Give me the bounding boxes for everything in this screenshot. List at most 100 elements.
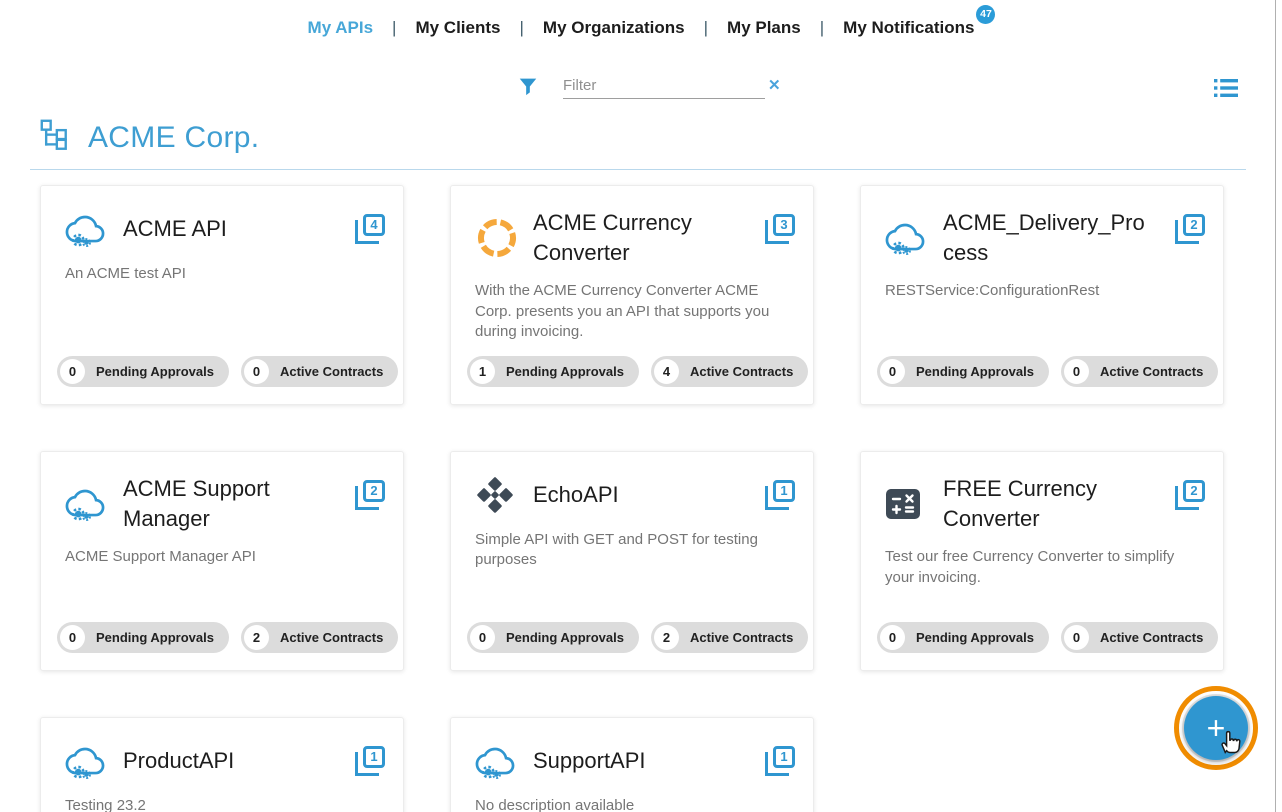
active-contracts-label: Active Contracts	[1099, 630, 1204, 645]
nav-separator: |	[519, 18, 524, 37]
card-chips: 0 Pending Approvals 0 Active Contracts	[877, 356, 1219, 387]
api-title[interactable]: EchoAPI	[533, 480, 619, 510]
active-contracts-count: 0	[243, 359, 269, 384]
active-contracts-chip[interactable]: 0 Active Contracts	[1060, 356, 1219, 387]
active-contracts-chip[interactable]: 2 Active Contracts	[240, 622, 399, 653]
add-api-fab[interactable]: +	[1184, 696, 1248, 760]
pending-approvals-count: 0	[470, 625, 495, 650]
rest-api-cloud-icon	[885, 219, 929, 256]
organization-header: ACME Corp.	[40, 119, 1282, 156]
heading-divider	[30, 169, 1246, 170]
api-card-echoapi[interactable]: EchoAPI 1 Simple API with GET and POST f…	[450, 451, 814, 671]
active-contracts-count: 4	[653, 359, 679, 384]
api-title[interactable]: FREE Currency Converter	[943, 474, 1151, 533]
rest-api-cloud-icon	[475, 743, 519, 780]
versions-icon[interactable]: 2	[355, 480, 385, 510]
pending-approvals-count: 0	[60, 359, 85, 384]
plus-icon: +	[1206, 709, 1226, 746]
filter-input[interactable]	[563, 76, 762, 94]
pending-approvals-label: Pending Approvals	[96, 364, 214, 379]
pending-approvals-chip[interactable]: 0 Pending Approvals	[877, 356, 1049, 387]
api-card-productapi[interactable]: ProductAPI 1 Testing 23.2	[40, 717, 404, 812]
pending-approvals-label: Pending Approvals	[96, 630, 214, 645]
versions-icon[interactable]: 1	[355, 746, 385, 776]
rest-api-cloud-icon	[65, 485, 109, 522]
api-card-free-currency-converter[interactable]: FREE Currency Converter 2 Test our free …	[860, 451, 1224, 671]
api-description: Testing 23.2	[65, 797, 146, 812]
card-header: ACME Support Manager 2	[65, 452, 385, 533]
card-chips: 0 Pending Approvals 0 Active Contracts	[877, 622, 1219, 653]
nav-my-apis[interactable]: My APIs	[308, 18, 374, 38]
card-header: FREE Currency Converter 2	[885, 452, 1205, 533]
card-header: ACME Currency Converter 3	[475, 186, 795, 267]
active-contracts-count: 0	[1063, 625, 1089, 650]
card-header: ACME API 4	[65, 186, 385, 250]
api-title[interactable]: ACME_Delivery_Process	[943, 208, 1151, 267]
api-description: No description available	[475, 797, 635, 812]
pending-approvals-chip[interactable]: 0 Pending Approvals	[467, 622, 639, 653]
nav-my-notifications-label: My Notifications	[843, 18, 975, 37]
active-contracts-label: Active Contracts	[689, 364, 794, 379]
versions-icon[interactable]: 3	[765, 214, 795, 244]
notification-count-badge: 47	[976, 5, 996, 24]
pending-approvals-label: Pending Approvals	[506, 364, 624, 379]
api-description: With the ACME Currency Converter ACME Co…	[475, 282, 770, 340]
api-title[interactable]: ACME API	[123, 214, 227, 244]
pending-approvals-label: Pending Approvals	[506, 630, 624, 645]
active-contracts-chip[interactable]: 0 Active Contracts	[240, 356, 399, 387]
api-description: An ACME test API	[65, 265, 186, 282]
api-title[interactable]: SupportAPI	[533, 746, 646, 776]
pending-approvals-chip[interactable]: 0 Pending Approvals	[57, 622, 229, 653]
api-description: ACME Support Manager API	[65, 548, 256, 566]
api-card-supportapi[interactable]: SupportAPI 1 No description available	[450, 717, 814, 812]
card-header: SupportAPI 1	[475, 718, 795, 782]
card-header: ProductAPI 1	[65, 718, 385, 782]
api-card-acme-delivery-process[interactable]: ACME_Delivery_Process 2 RESTService:Conf…	[860, 185, 1224, 405]
versions-count: 2	[1183, 214, 1205, 236]
funnel-icon[interactable]	[517, 75, 539, 99]
nav-my-organizations[interactable]: My Organizations	[543, 18, 685, 38]
nav-my-notifications[interactable]: My Notifications 47	[843, 5, 996, 38]
active-contracts-count: 2	[653, 625, 679, 650]
nav-my-clients[interactable]: My Clients	[415, 18, 500, 38]
active-contracts-label: Active Contracts	[279, 364, 384, 379]
api-card-acme-support-manager[interactable]: ACME Support Manager 2 ACME Support Mana…	[40, 451, 404, 671]
nav-separator: |	[392, 18, 397, 37]
pending-approvals-chip[interactable]: 0 Pending Approvals	[877, 622, 1049, 653]
card-header: ACME_Delivery_Process 2	[885, 186, 1205, 267]
clear-filter-icon[interactable]: ✕	[762, 76, 781, 94]
versions-count: 3	[773, 214, 795, 236]
versions-count: 4	[363, 214, 385, 236]
versions-icon[interactable]: 1	[765, 480, 795, 510]
versions-icon[interactable]: 2	[1175, 214, 1205, 244]
versions-count: 2	[363, 480, 385, 502]
page-title: ACME Corp.	[88, 120, 260, 154]
active-contracts-chip[interactable]: 2 Active Contracts	[650, 622, 809, 653]
api-title[interactable]: ACME Support Manager	[123, 474, 331, 533]
filter-bar: ✕	[0, 71, 1282, 99]
active-contracts-chip[interactable]: 4 Active Contracts	[650, 356, 809, 387]
list-view-icon[interactable]	[1214, 78, 1238, 103]
versions-count: 1	[773, 480, 795, 502]
pending-approvals-label: Pending Approvals	[916, 364, 1034, 379]
card-chips: 0 Pending Approvals 2 Active Contracts	[467, 622, 809, 653]
api-card-acme-currency-converter[interactable]: ACME Currency Converter 3 With the ACME …	[450, 185, 814, 405]
api-title[interactable]: ProductAPI	[123, 746, 234, 776]
filter-field: ✕	[563, 76, 781, 99]
versions-icon[interactable]: 1	[765, 746, 795, 776]
active-contracts-label: Active Contracts	[279, 630, 384, 645]
rest-api-cloud-icon	[65, 743, 109, 780]
api-card-grid: ACME API 4 An ACME test API 0 Pending Ap…	[40, 185, 1282, 812]
soap-diamonds-icon	[475, 475, 519, 515]
api-title[interactable]: ACME Currency Converter	[533, 208, 741, 267]
pending-approvals-chip[interactable]: 0 Pending Approvals	[57, 356, 229, 387]
api-description: Simple API with GET and POST for testing…	[475, 531, 758, 569]
active-contracts-chip[interactable]: 0 Active Contracts	[1060, 622, 1219, 653]
nav-my-plans[interactable]: My Plans	[727, 18, 801, 38]
versions-count: 2	[1183, 480, 1205, 502]
versions-icon[interactable]: 2	[1175, 480, 1205, 510]
pending-approvals-label: Pending Approvals	[916, 630, 1034, 645]
versions-icon[interactable]: 4	[355, 214, 385, 244]
pending-approvals-chip[interactable]: 1 Pending Approvals	[467, 356, 639, 387]
api-card-acme-api[interactable]: ACME API 4 An ACME test API 0 Pending Ap…	[40, 185, 404, 405]
